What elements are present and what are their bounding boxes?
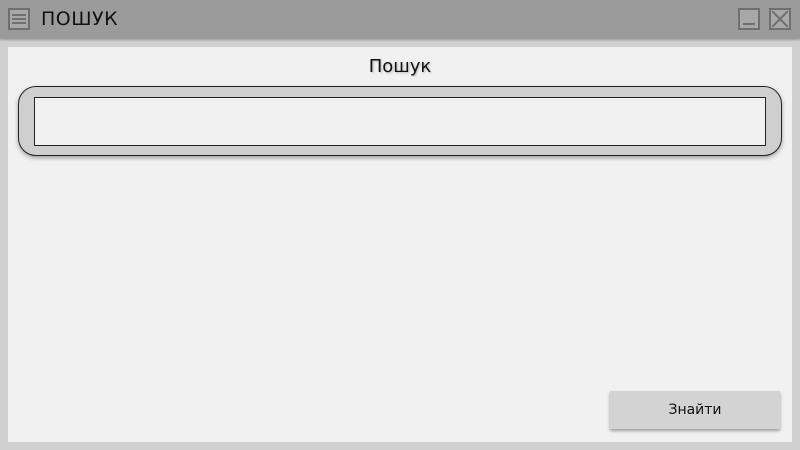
minimize-button[interactable]: [738, 8, 760, 30]
search-box: [18, 86, 782, 156]
find-button[interactable]: Знайти: [610, 391, 780, 429]
main-panel: Пошук Знайти: [8, 47, 792, 442]
title-bar: ПОШУК: [0, 0, 800, 39]
page-heading: Пошук: [368, 56, 432, 77]
hamburger-menu-icon[interactable]: [8, 8, 30, 30]
search-input[interactable]: [34, 97, 766, 146]
window-title: ПОШУК: [41, 8, 119, 30]
close-button[interactable]: [769, 8, 791, 30]
app-window: ПОШУК Пошук Знайти: [0, 0, 800, 450]
